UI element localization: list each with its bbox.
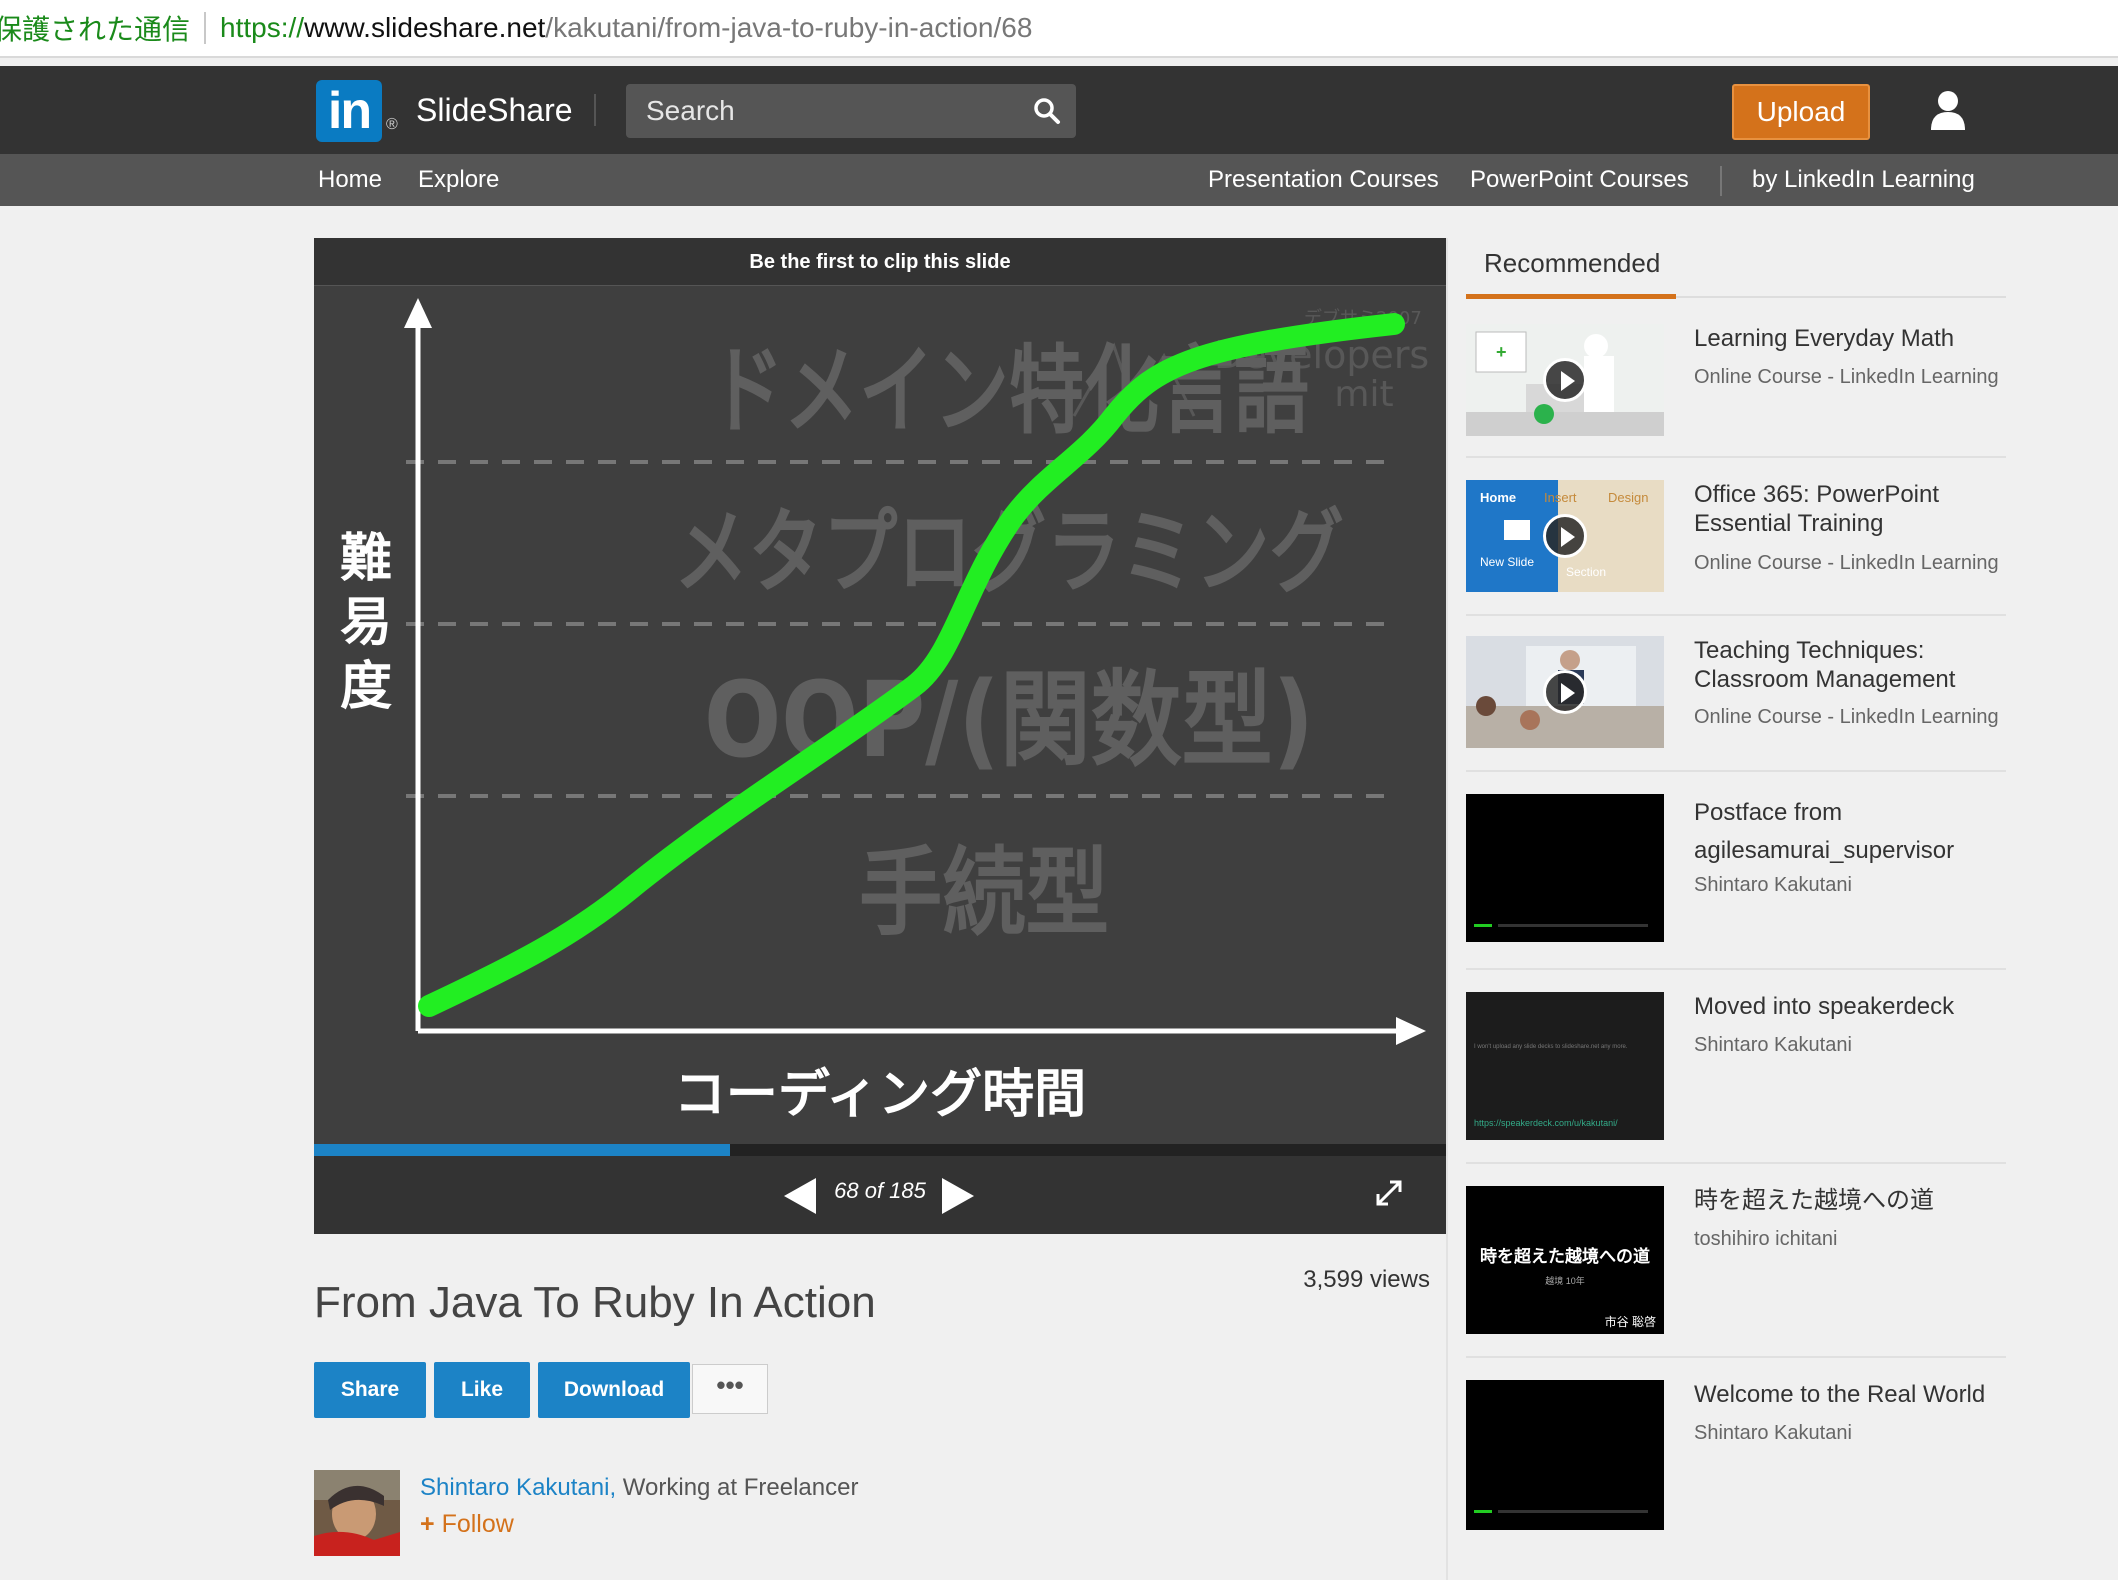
upload-button[interactable]: Upload (1732, 84, 1870, 140)
url-path: /kakutani/from-java-to-ruby-in-action/68 (545, 12, 1033, 43)
address-bar-divider (204, 12, 207, 44)
y-axis-label-2: 易 (340, 593, 392, 653)
recommended-subtitle: toshihiro ichitani (1694, 1228, 1838, 1250)
thumbnail-real-world[interactable] (1466, 1380, 1664, 1530)
toki-thumb-sub: 越境 10年 (1545, 1275, 1585, 1286)
recommended-title[interactable]: Learning Everyday Math (1694, 324, 2014, 353)
player-controls: 68 of 185 (314, 1144, 1446, 1234)
list-divider (1466, 968, 2006, 970)
speakerdeck-thumb-line: I won't upload any slide decks to slides… (1474, 1044, 1628, 1050)
author-name-link[interactable]: Shintaro Kakutani, (420, 1474, 616, 1501)
address-bar[interactable]: 保護された通信 https://www.slideshare.net/kakut… (0, 0, 2118, 58)
nav-by-linkedin-learning[interactable]: by LinkedIn Learning (1752, 166, 1975, 194)
secure-connection-label[interactable]: 保護された通信 (0, 8, 190, 48)
recommended-subtitle: Online Course - LinkedIn Learning (1694, 552, 1999, 574)
like-button[interactable]: Like (434, 1362, 530, 1418)
clip-slide-bar[interactable]: Be the first to clip this slide (314, 238, 1446, 286)
recommended-subtitle: Online Course - LinkedIn Learning (1694, 706, 1999, 728)
plus-icon: + (420, 1510, 435, 1538)
author-line: Shintaro Kakutani, Working at Freelancer (420, 1474, 858, 1502)
next-slide-button[interactable] (942, 1178, 974, 1214)
watermark-sub: mit (1334, 374, 1393, 415)
previous-slide-button[interactable] (784, 1178, 816, 1214)
slideshare-brand[interactable]: SlideShare (416, 92, 573, 129)
toki-thumb-title: 時を超えた越境への道 (1480, 1246, 1650, 1267)
sub-navigation: Home Explore Presentation Courses PowerP… (0, 154, 2118, 206)
list-divider (1466, 456, 2006, 458)
nav-explore[interactable]: Explore (418, 166, 499, 194)
recommended-title[interactable]: Postface from agilesamurai_supervisor (1694, 794, 2014, 870)
level-label-procedural: 手続型 (859, 837, 1109, 949)
search-input[interactable] (626, 84, 1006, 138)
office-home-tab: Home (1480, 490, 1516, 505)
x-axis-label: コーディング時間 (674, 1065, 1086, 1125)
slide-image[interactable]: デブサミ2007 Developers mit ドメイン特化言語 メタプログラミ… (314, 286, 1446, 1170)
slide-player: Be the first to clip this slide デブサミ2007… (314, 238, 1446, 1234)
page-counter: 68 of 185 (834, 1178, 926, 1203)
thumbnail-toki[interactable]: 時を超えた越境への道 越境 10年 市谷 聡啓 (1466, 1186, 1664, 1334)
toki-thumb-author: 市谷 聡啓 (1605, 1314, 1656, 1329)
y-axis-label-3: 度 (340, 657, 392, 717)
recommended-title[interactable]: Office 365: PowerPoint Essential Trainin… (1694, 480, 2014, 538)
user-icon[interactable] (1930, 90, 1966, 130)
office-design-tab: Design (1608, 490, 1648, 505)
more-options-button[interactable]: ••• (692, 1364, 768, 1414)
presentation-title: From Java To Ruby In Action (314, 1278, 876, 1327)
share-button[interactable]: Share (314, 1362, 426, 1418)
registered-mark: ® (386, 116, 398, 133)
svg-text:+: + (1496, 342, 1507, 362)
office-insert-tab: Insert (1544, 490, 1577, 505)
slide-progress-fill (314, 1144, 731, 1156)
list-divider (1466, 1162, 2006, 1164)
office-new-slide: New Slide (1480, 555, 1534, 569)
recommended-subtitle: Shintaro Kakutani (1694, 1422, 1852, 1444)
nav-divider (1720, 166, 1722, 196)
linkedin-logo-icon[interactable]: in (316, 80, 382, 142)
nav-home[interactable]: Home (318, 166, 382, 194)
office-section: Section (1566, 565, 1606, 579)
thumbnail-postface[interactable] (1466, 794, 1664, 942)
play-icon (1543, 358, 1587, 402)
play-icon (1543, 670, 1587, 714)
avatar[interactable] (314, 1470, 400, 1556)
list-divider (1466, 614, 2006, 616)
follow-button[interactable]: + Follow (420, 1510, 514, 1539)
list-divider (1466, 1356, 2006, 1358)
download-button[interactable]: Download (538, 1362, 690, 1418)
thumbnail-speakerdeck[interactable]: I won't upload any slide decks to slides… (1466, 992, 1664, 1140)
follow-label: Follow (441, 1510, 514, 1538)
sidebar-divider (1446, 238, 1448, 1580)
recommended-title[interactable]: Teaching Techniques: Classroom Managemen… (1694, 636, 2014, 694)
list-divider (1466, 770, 2006, 772)
recommended-title[interactable]: 時を超えた越境への道 (1694, 1186, 2014, 1215)
nav-presentation-courses[interactable]: Presentation Courses (1208, 166, 1439, 194)
recommended-title[interactable]: Moved into speakerdeck (1694, 992, 2014, 1021)
fullscreen-icon[interactable] (1374, 1178, 1404, 1208)
recommended-subtitle: Online Course - LinkedIn Learning (1694, 366, 1999, 388)
recommended-subtitle: Shintaro Kakutani (1694, 1034, 1852, 1056)
search-box[interactable] (626, 84, 1076, 138)
slide-progress-track[interactable] (314, 1144, 1446, 1156)
url-scheme: https:// (220, 12, 305, 43)
author-job: Working at Freelancer (622, 1474, 859, 1501)
y-axis-label-1: 難 (340, 529, 392, 589)
nav-powerpoint-courses[interactable]: PowerPoint Courses (1470, 166, 1689, 194)
recommended-subtitle: Shintaro Kakutani (1694, 874, 1852, 896)
recommended-tab-indicator (1466, 294, 1676, 299)
recommended-title[interactable]: Welcome to the Real World (1694, 1380, 2014, 1409)
recommended-heading[interactable]: Recommended (1484, 248, 1660, 279)
play-icon (1543, 514, 1587, 558)
search-icon[interactable] (1032, 96, 1062, 126)
view-count: 3,599 views (1303, 1266, 1430, 1293)
brand-divider (594, 94, 596, 126)
speakerdeck-thumb-url: https://speakerdeck.com/u/kakutani/ (1474, 1118, 1618, 1128)
url-host: www.slideshare.net (304, 12, 546, 43)
top-navigation: in ® SlideShare Upload (0, 66, 2118, 154)
